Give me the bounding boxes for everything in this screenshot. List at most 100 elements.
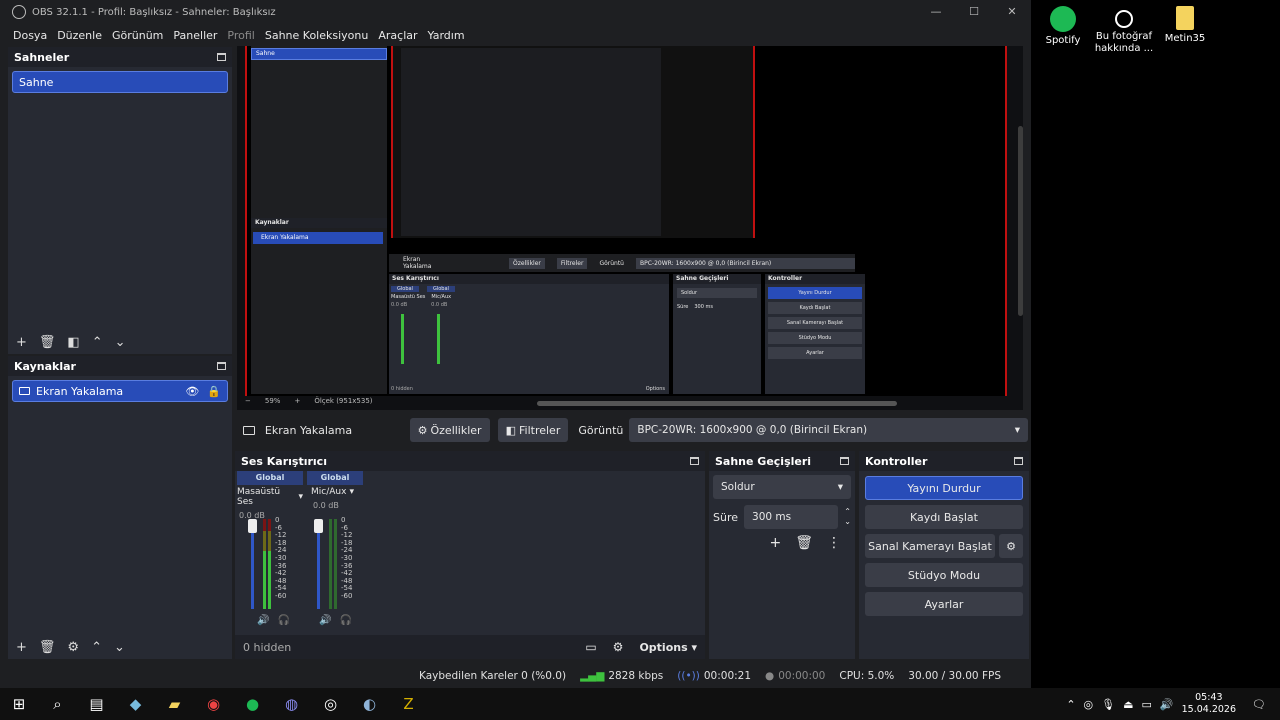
volume-slider-handle[interactable] (248, 519, 257, 533)
minimize-button[interactable]: — (917, 0, 955, 24)
nested-scale-info: Ölçek (951x535) (314, 397, 373, 405)
meter-red (263, 519, 266, 531)
volume-slider-handle[interactable] (314, 519, 323, 533)
volume-slider[interactable] (251, 527, 254, 609)
properties-button[interactable]: ⚙ Özellikler (409, 418, 490, 442)
filters-label: Filtreler (519, 423, 561, 437)
scene-item[interactable]: Sahne (12, 71, 228, 93)
chevron-up-icon[interactable]: ⌃ (91, 640, 102, 655)
more-icon[interactable]: ⋮ (827, 535, 841, 551)
clock[interactable]: 05:43 15.04.2026 (1182, 692, 1236, 716)
obs-taskbar-icon[interactable]: ◎ (311, 688, 350, 720)
maximize-button[interactable]: ☐ (955, 0, 993, 24)
nested-type: Soldur (677, 288, 757, 298)
headphones-icon[interactable]: 🎧 (339, 615, 351, 626)
speaker-icon[interactable]: 🔊 (257, 615, 269, 626)
usb-icon[interactable]: ⏏ (1123, 698, 1133, 711)
source-item[interactable]: Ekran Yakalama 👁 🔒 (12, 380, 228, 402)
desktop-icon-metin35[interactable]: Metin35 (1150, 0, 1220, 45)
menu-edit[interactable]: Düzenle (52, 29, 107, 42)
preview-hscrollbar[interactable] (537, 401, 897, 406)
chevron-up-icon[interactable]: ⌃ (92, 335, 103, 350)
add-icon[interactable]: + (16, 640, 27, 655)
desktop-icon-photo-info[interactable]: Bu fotoğraf hakkında ... (1089, 0, 1159, 55)
float-dock-icon[interactable] (690, 457, 699, 465)
studio-mode-button[interactable]: Stüdyo Modu (865, 563, 1023, 587)
obs-tray-icon[interactable]: ◎ (1084, 698, 1094, 711)
metin-icon[interactable]: Z (389, 688, 428, 720)
task-view-icon[interactable]: ▤ (77, 688, 116, 720)
advanced-audio-icon[interactable]: ⚙ (613, 640, 624, 654)
gear-icon[interactable]: ⚙ (67, 640, 79, 655)
trash-icon[interactable]: 🗑 (39, 335, 56, 350)
add-icon[interactable]: + (16, 335, 27, 350)
volume-icon[interactable]: 🔊 (1160, 698, 1174, 711)
discord-icon[interactable]: ◍ (272, 688, 311, 720)
channel-name[interactable]: Masaüstü Ses ▾ (237, 487, 303, 507)
lock-icon[interactable]: 🔒 (207, 385, 221, 398)
channel-name[interactable]: Mic/Aux ▾ (311, 487, 363, 497)
menu-profile[interactable]: Profil (222, 29, 259, 42)
search-icon[interactable]: ⌕ (38, 688, 77, 720)
duration-spinbox[interactable]: 300 ms (744, 505, 839, 529)
trash-icon[interactable]: 🗑 (795, 535, 813, 551)
float-dock-icon[interactable] (1014, 457, 1023, 465)
layout-icon[interactable]: ▭ (585, 640, 596, 654)
settings-button[interactable]: Ayarlar (865, 592, 1023, 616)
file-explorer-icon[interactable]: ▰ (155, 688, 194, 720)
notifications-icon[interactable]: 🗨 (1252, 698, 1266, 711)
copilot-icon[interactable]: ◆ (116, 688, 155, 720)
float-dock-icon[interactable] (840, 457, 849, 465)
spotify-icon (1050, 6, 1076, 32)
preview-vscrollbar[interactable] (1018, 126, 1023, 316)
filters-button[interactable]: ◧ Filtreler (497, 418, 569, 442)
nested-display-label: Görüntü (599, 259, 624, 267)
menu-view[interactable]: Görünüm (107, 29, 168, 42)
stop-streaming-button[interactable]: Yayını Durdur (865, 476, 1023, 500)
chevron-down-icon[interactable]: ⌄ (114, 640, 125, 655)
chevron-up-icon[interactable]: ⌃ (1066, 698, 1075, 711)
menu-help[interactable]: Yardım (423, 29, 470, 42)
network-icon[interactable]: ▭ (1142, 698, 1152, 711)
nested-filters: Filtreler (556, 257, 588, 269)
chrome-icon[interactable]: ◉ (194, 688, 233, 720)
add-icon[interactable]: + (769, 535, 781, 551)
spotify-taskbar-icon[interactable]: ● (233, 688, 272, 720)
start-recording-button[interactable]: Kaydı Başlat (865, 505, 1023, 529)
close-button[interactable]: ✕ (993, 0, 1031, 24)
trash-icon[interactable]: 🗑 (39, 640, 56, 655)
float-dock-icon[interactable] (217, 53, 226, 61)
menu-scene-collection[interactable]: Sahne Koleksiyonu (260, 29, 374, 42)
volume-slider[interactable] (317, 527, 320, 609)
desktop-icon-spotify[interactable]: Spotify (1028, 0, 1098, 47)
headphones-icon[interactable]: 🎧 (277, 615, 289, 626)
microphone-icon[interactable]: 🎙 (1101, 698, 1115, 711)
preview-canvas[interactable]: Sahne Kaynaklar Ekran Yakalama Ekran Yak… (245, 46, 1007, 396)
eye-icon[interactable]: 👁 (185, 385, 199, 398)
menu-bar: Dosya Düzenle Görünüm Paneller Profil Sa… (0, 24, 470, 46)
gear-icon[interactable]: ⚙ (999, 534, 1023, 558)
display-select[interactable]: BPC-20WR: 1600x900 @ 0,0 (Birincil Ekran… (629, 418, 1028, 442)
scenes-dock: Sahneler Sahne + 🗑 ◧ ⌃ ⌄ (8, 47, 232, 354)
steam-icon[interactable]: ◐ (350, 688, 389, 720)
transition-select[interactable]: Soldur ▾ (713, 475, 851, 499)
nested-zoom: 59% (264, 397, 281, 405)
float-dock-icon[interactable] (217, 362, 226, 370)
meter-green (263, 551, 266, 609)
info-icon (1115, 10, 1133, 28)
meter-yellow (268, 531, 271, 551)
chevron-down-icon[interactable]: ⌄ (115, 335, 126, 350)
menu-docks[interactable]: Paneller (168, 29, 222, 42)
scale-tick: -60 (341, 591, 353, 600)
start-virtual-camera-button[interactable]: Sanal Kamerayı Başlat (865, 534, 995, 558)
speaker-icon[interactable]: 🔊 (319, 615, 331, 626)
options-button[interactable]: Options ▾ (639, 641, 697, 654)
menu-file[interactable]: Dosya (8, 29, 52, 42)
stream-icon: ((•)) (677, 670, 700, 682)
windows-start-icon[interactable]: ⊞ (0, 688, 38, 720)
filter-icon[interactable]: ◧ (67, 335, 79, 350)
menu-tools[interactable]: Araçlar (373, 29, 422, 42)
preview-area[interactable]: Sahne Kaynaklar Ekran Yakalama Ekran Yak… (237, 46, 1023, 410)
nested-preview (389, 46, 853, 242)
spin-arrows-icon[interactable]: ⌃ ⌄ (844, 507, 851, 527)
